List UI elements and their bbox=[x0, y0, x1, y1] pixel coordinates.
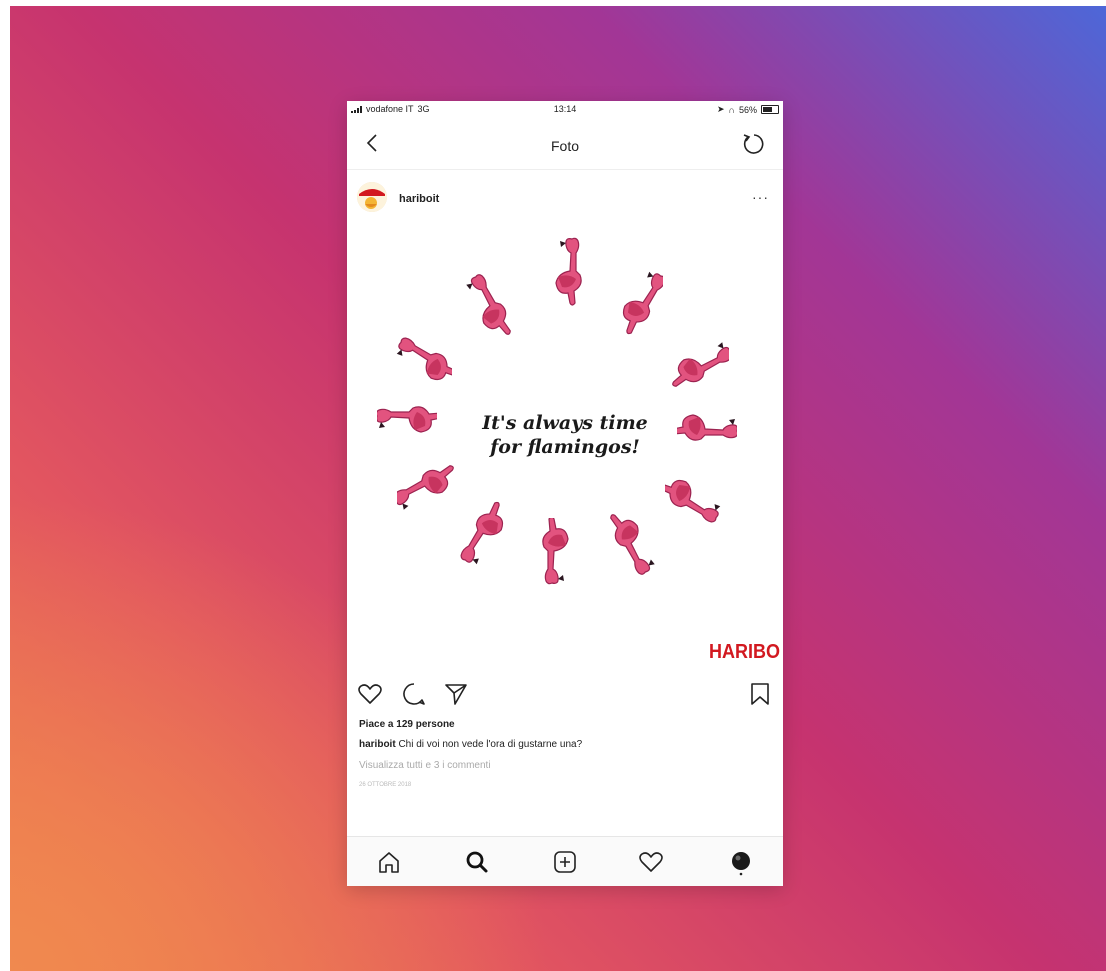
more-options-button[interactable]: ··· bbox=[752, 189, 769, 205]
top-nav-bar: Foto bbox=[347, 121, 783, 170]
profile-avatar[interactable] bbox=[727, 848, 755, 876]
post-header: hariboit ··· bbox=[347, 179, 783, 219]
heart-icon[interactable] bbox=[357, 681, 383, 707]
bottom-tab-bar bbox=[347, 836, 783, 886]
add-post-icon[interactable] bbox=[551, 848, 579, 876]
battery-percent: 56% bbox=[738, 104, 757, 115]
caption-username[interactable]: hariboit bbox=[359, 739, 396, 750]
flamingo-gummy bbox=[617, 266, 663, 339]
post-actions bbox=[347, 676, 783, 710]
flamingo-gummy bbox=[665, 470, 725, 527]
battery-icon bbox=[761, 105, 779, 114]
quote-line-2: for flamingos! bbox=[490, 436, 640, 458]
flamingo-gummy bbox=[555, 237, 582, 306]
caption-text: Chi di voi non vede l'ora di gustarne un… bbox=[395, 739, 583, 750]
send-icon[interactable] bbox=[443, 681, 469, 707]
haribo-avatar-icon bbox=[357, 182, 387, 212]
avatar[interactable] bbox=[357, 182, 387, 212]
flamingo-gummy bbox=[542, 518, 569, 585]
flamingo-gummy bbox=[392, 333, 452, 390]
location-icon: ➤ bbox=[716, 104, 725, 114]
bookmark-icon[interactable] bbox=[747, 681, 773, 707]
post-caption: hariboit Chi di voi non vede l'ora di gu… bbox=[359, 739, 582, 750]
status-bar: vodafone IT 3G 13:14 ➤ ∩ 56% bbox=[347, 101, 783, 117]
phone-screen: vodafone IT 3G 13:14 ➤ ∩ 56% Foto haribo… bbox=[347, 101, 783, 886]
page-title: Foto bbox=[550, 138, 579, 154]
home-icon[interactable] bbox=[375, 848, 403, 876]
post-date: 26 ottobre 2018 bbox=[359, 782, 412, 788]
haribo-logo: HARIBO bbox=[709, 641, 781, 663]
flamingo-gummy bbox=[460, 271, 512, 343]
post-image[interactable]: It's always time for flamingos! HARIBO bbox=[347, 226, 783, 666]
flamingo-gummy bbox=[609, 506, 661, 578]
heart-icon[interactable] bbox=[637, 848, 665, 876]
refresh-icon[interactable] bbox=[741, 131, 767, 157]
flamingo-gummy bbox=[677, 414, 737, 441]
quote-line-1: It's always time bbox=[482, 412, 648, 434]
headphones-icon: ∩ bbox=[728, 104, 735, 115]
comment-icon[interactable] bbox=[401, 681, 427, 707]
likes-count[interactable]: Piace a 129 persone bbox=[359, 719, 455, 730]
flamingo-gummy bbox=[459, 499, 513, 570]
view-comments-link[interactable]: Visualizza tutti e 3 i commenti bbox=[359, 760, 491, 771]
post-username[interactable]: hariboit bbox=[399, 193, 439, 205]
image-quote: It's always time for flamingos! bbox=[465, 411, 665, 459]
flamingo-gummy bbox=[397, 458, 457, 516]
search-icon[interactable] bbox=[463, 848, 491, 876]
